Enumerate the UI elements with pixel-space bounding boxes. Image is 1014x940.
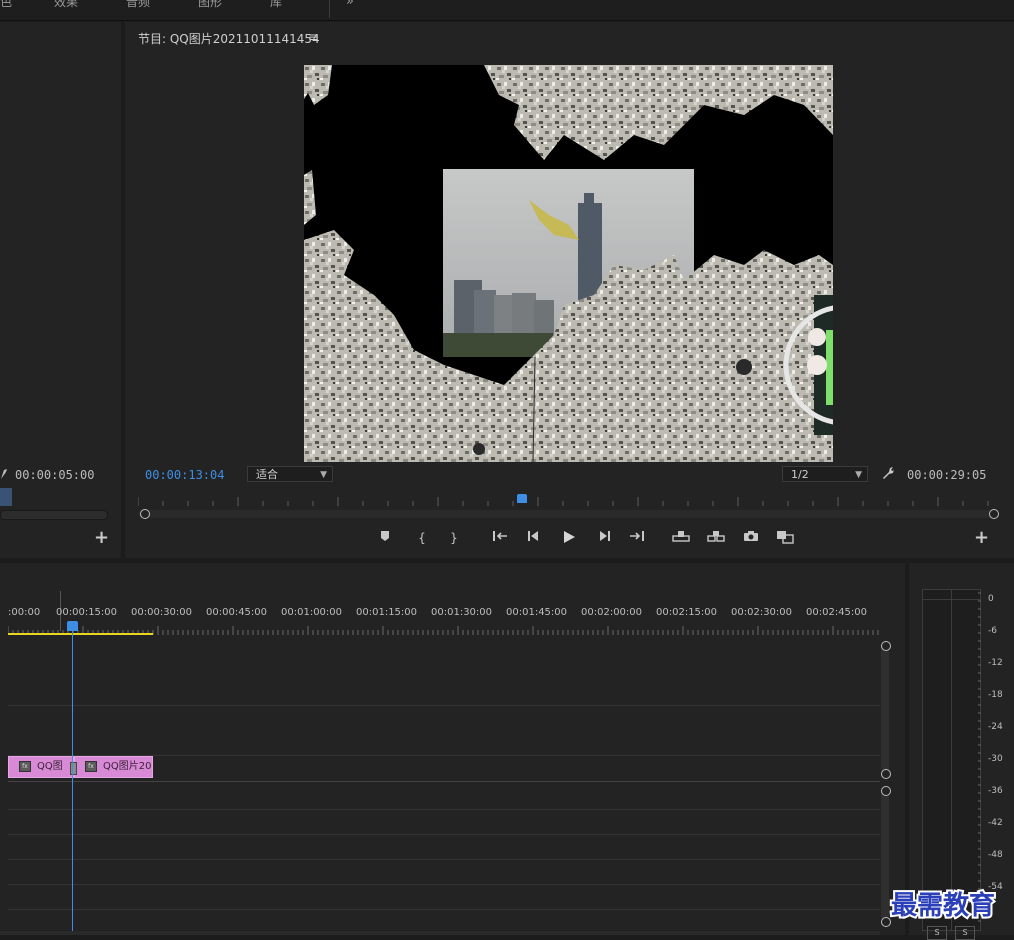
- ruler-label: :00:00: [8, 607, 41, 618]
- meter-scale-label: -24: [988, 722, 1003, 732]
- workspace-bar: 色 效果 音频 图形 库 »: [0, 0, 1014, 21]
- program-playhead[interactable]: [517, 494, 527, 503]
- workspace-tab-effects[interactable]: 效果: [54, 0, 78, 10]
- work-area-bar[interactable]: [8, 633, 153, 635]
- track-divider: [8, 884, 880, 885]
- clip-label: QQ图片20: [103, 761, 152, 772]
- fx-badge-icon: fx: [85, 760, 97, 772]
- timeline-clip[interactable]: fx QQ图片20: [74, 756, 153, 778]
- video-audio-divider: [8, 781, 880, 782]
- meter-scale-label: -18: [988, 690, 1003, 700]
- play-icon[interactable]: [559, 530, 579, 546]
- watermark-logo: 最需教育 最需教育: [889, 885, 1014, 923]
- panel-menu-icon[interactable]: ≡: [308, 30, 318, 44]
- source-monitor-panel: 00:00:05:00 +: [0, 22, 121, 558]
- scrollbar-start-handle[interactable]: [881, 786, 891, 796]
- track-divider: [8, 859, 880, 860]
- ruler-label: 00:02:30:00: [731, 607, 793, 618]
- program-add-button[interactable]: +: [974, 527, 989, 548]
- audio-track-scrollbar[interactable]: [881, 791, 889, 921]
- solo-button-left[interactable]: S: [927, 926, 947, 940]
- svg-text:最需教育: 最需教育: [891, 890, 995, 921]
- ruler-label: 00:00:15:00: [56, 607, 118, 618]
- mark-out-icon[interactable]: }: [444, 530, 464, 546]
- playback-resolution-dropdown[interactable]: 1/2 ▼: [782, 466, 868, 482]
- program-duration-timecode: 00:00:29:05: [907, 468, 987, 482]
- ruler-label: 00:01:15:00: [356, 607, 418, 618]
- video-frame-image: [304, 65, 833, 462]
- clip-label: QQ图: [37, 761, 63, 772]
- program-current-timecode[interactable]: 00:00:13:04: [145, 468, 224, 482]
- extract-icon[interactable]: [706, 530, 726, 546]
- source-playhead[interactable]: [0, 488, 12, 506]
- scrollbar-start-handle[interactable]: [881, 641, 891, 651]
- program-zoom-scrollbar[interactable]: [138, 510, 998, 518]
- timeline-clip[interactable]: fx QQ图: [8, 756, 74, 778]
- zoom-level-dropdown[interactable]: 适合 ▼: [247, 466, 333, 482]
- workspace-overflow-button[interactable]: »: [346, 0, 354, 9]
- program-video-frame[interactable]: [304, 65, 833, 462]
- fx-badge-icon: fx: [19, 760, 31, 772]
- ruler-label: 00:00:30:00: [131, 607, 193, 618]
- solo-button-right[interactable]: S: [955, 926, 975, 940]
- meter-scale-label: -6: [988, 626, 997, 636]
- track-divider: [8, 834, 880, 835]
- chevron-down-icon: ▼: [855, 470, 862, 480]
- marker-icon[interactable]: [375, 530, 395, 546]
- ruler-label: 00:01:45:00: [506, 607, 568, 618]
- program-monitor-panel: 节目: QQ图片20211011141454 ≡ 00:00:13:04 适合 …: [125, 22, 1014, 558]
- ruler-label: 00:00:45:00: [206, 607, 268, 618]
- timeline-horizontal-scrollbar[interactable]: [0, 931, 880, 935]
- audio-meter-bars: [922, 589, 981, 931]
- ruler-label: 00:01:30:00: [431, 607, 493, 618]
- workspace-tab-audio[interactable]: 音频: [126, 0, 150, 10]
- lift-icon[interactable]: [671, 530, 691, 546]
- track-divider: [8, 809, 880, 810]
- workspace-tab-libraries[interactable]: 库: [270, 0, 282, 10]
- timeline-playhead-line[interactable]: [72, 629, 73, 935]
- scrollbar-start-handle[interactable]: [140, 509, 150, 519]
- source-timecode[interactable]: 00:00:05:00: [15, 468, 94, 482]
- program-monitor-title[interactable]: 节目: QQ图片20211011141454: [138, 30, 320, 47]
- ruler-label: 00:02:15:00: [656, 607, 718, 618]
- transport-controls: { }: [375, 530, 805, 548]
- compare-icon[interactable]: [775, 530, 795, 546]
- workspace-tab-color[interactable]: 色: [0, 0, 12, 10]
- track-divider: [8, 909, 880, 910]
- ruler-label: 00:02:00:00: [581, 607, 643, 618]
- meter-scale-label: -30: [988, 754, 1003, 764]
- timeline-panel: :00:00 00:00:15:00 00:00:30:00 00:00:45:00 0…: [0, 563, 905, 935]
- source-zoom-scrollbar[interactable]: [0, 510, 108, 520]
- wrench-icon[interactable]: [0, 468, 8, 483]
- meter-scale-ticks: [978, 589, 981, 929]
- meter-peak-line: [923, 599, 980, 600]
- zoom-level-value: 适合: [256, 468, 278, 481]
- mark-in-icon[interactable]: {: [412, 530, 432, 546]
- program-mini-ruler[interactable]: [137, 496, 993, 506]
- audio-meter-panel: 0 -6 -12 -18 -24 -30 -36 -42 -48 -54 S S: [909, 563, 1014, 940]
- wrench-icon[interactable]: [881, 466, 895, 483]
- meter-scale-label: -36: [988, 786, 1003, 796]
- meter-scale-label: 0: [988, 594, 994, 604]
- workspace-tab-graphics[interactable]: 图形: [198, 0, 222, 10]
- track-divider: [8, 705, 880, 706]
- meter-scale-label: -42: [988, 818, 1003, 828]
- step-forward-icon[interactable]: [594, 530, 614, 546]
- ruler-label: 00:01:00:00: [281, 607, 343, 618]
- export-frame-icon[interactable]: [741, 530, 761, 546]
- playback-resolution-value: 1/2: [791, 468, 809, 481]
- scrollbar-end-handle[interactable]: [989, 509, 999, 519]
- video-track-scrollbar[interactable]: [881, 645, 889, 773]
- workspace-divider: [329, 0, 330, 18]
- step-back-icon[interactable]: [524, 530, 544, 546]
- meter-scale-label: -48: [988, 850, 1003, 860]
- go-to-in-icon[interactable]: [490, 530, 510, 546]
- go-to-out-icon[interactable]: [627, 530, 647, 546]
- scrollbar-end-handle[interactable]: [881, 769, 891, 779]
- chevron-down-icon: ▼: [320, 470, 327, 480]
- ruler-label: 00:02:45:00: [806, 607, 868, 618]
- meter-scale-label: -12: [988, 658, 1003, 668]
- source-add-button[interactable]: +: [94, 527, 109, 548]
- meter-channel-divider: [951, 590, 952, 930]
